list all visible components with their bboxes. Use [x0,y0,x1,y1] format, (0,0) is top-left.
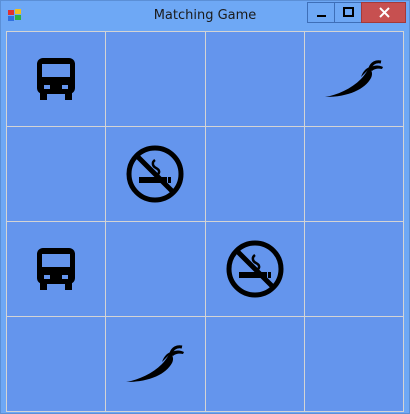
tile-grid [6,31,404,412]
tile-r4-c3[interactable] [205,317,305,412]
tile-r3-c1[interactable] [7,222,107,317]
tile-r2-c1[interactable] [7,127,107,222]
bus-icon [33,56,79,102]
tile-r2-c3[interactable] [205,127,305,222]
bus-icon [33,246,79,292]
tile-r3-c4[interactable] [304,222,404,317]
maximize-button[interactable] [334,2,361,23]
close-button[interactable] [361,2,406,23]
close-icon [379,7,390,18]
title-bar[interactable]: Matching Game [1,1,409,30]
tile-r1-c3[interactable] [205,32,305,127]
tile-r3-c2[interactable] [106,222,206,317]
no-smoking-icon [125,144,185,204]
chili-pepper-icon [124,342,186,386]
minimize-icon [317,15,326,17]
tile-r2-c4[interactable] [304,127,404,222]
tile-r1-c1[interactable] [7,32,107,127]
tile-r1-c2[interactable] [106,32,206,127]
tile-r4-c1[interactable] [7,317,107,412]
app-window: Matching Game [0,0,410,414]
chili-pepper-icon [323,57,385,101]
minimize-button[interactable] [307,2,334,23]
tile-r4-c2[interactable] [106,317,206,412]
game-board [6,31,404,412]
no-smoking-icon [225,239,285,299]
tile-r1-c4[interactable] [304,32,404,127]
tile-r4-c4[interactable] [304,317,404,412]
tile-r3-c3[interactable] [205,222,305,317]
maximize-icon [343,7,354,17]
tile-r2-c2[interactable] [106,127,206,222]
